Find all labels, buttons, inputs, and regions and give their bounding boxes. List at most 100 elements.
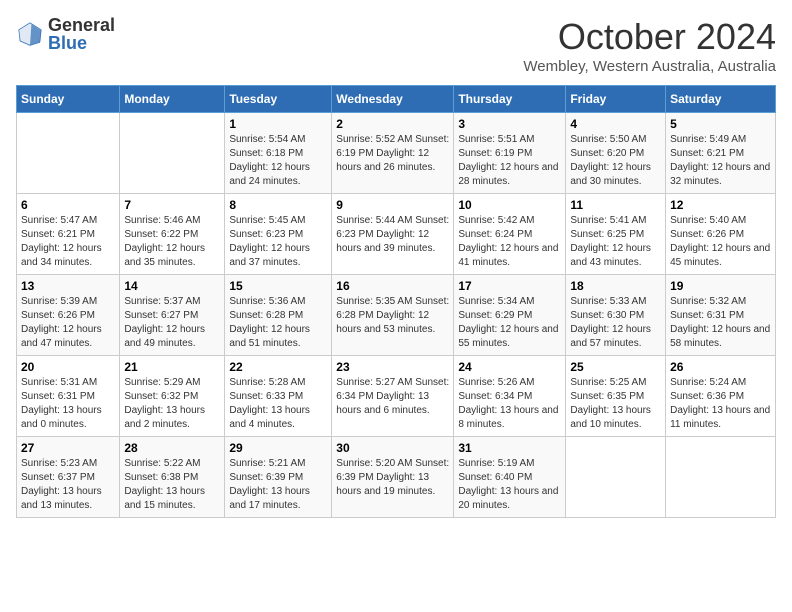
weekday-header-tuesday: Tuesday bbox=[225, 86, 332, 113]
calendar-cell: 13 Sunrise: 5:39 AM Sunset: 6:26 PM Dayli… bbox=[17, 275, 120, 356]
day-number: 1 bbox=[229, 117, 327, 131]
calendar-cell: 4 Sunrise: 5:50 AM Sunset: 6:20 PM Daylig… bbox=[566, 113, 666, 194]
day-number: 16 bbox=[336, 279, 449, 293]
day-detail: Sunrise: 5:51 AM Sunset: 6:19 PM Dayligh… bbox=[458, 133, 561, 189]
calendar-cell: 15Sunrise: 5:36 AM Sunset: 6:28 PM Dayli… bbox=[225, 275, 332, 356]
calendar-cell: 1 Sunrise: 5:54 AM Sunset: 6:18 PM Daylig… bbox=[225, 113, 332, 194]
calendar-week-row: 13 Sunrise: 5:39 AM Sunset: 6:26 PM Dayli… bbox=[17, 275, 776, 356]
calendar-cell bbox=[17, 113, 120, 194]
day-detail: Sunrise: 5:37 AM Sunset: 6:27 PM Dayligh… bbox=[124, 295, 220, 351]
logo-text: General Blue bbox=[48, 16, 115, 52]
day-detail: Sunrise: 5:32 AM Sunset: 6:31 PM Dayligh… bbox=[670, 295, 771, 351]
day-number: 10 bbox=[458, 198, 561, 212]
day-number: 17 bbox=[458, 279, 561, 293]
calendar-cell: 17Sunrise: 5:34 AM Sunset: 6:29 PM Dayli… bbox=[454, 275, 566, 356]
day-number: 30 bbox=[336, 441, 449, 455]
day-detail: Sunrise: 5:36 AM Sunset: 6:28 PM Dayligh… bbox=[229, 295, 327, 351]
logo: General Blue bbox=[16, 16, 115, 52]
weekday-header-sunday: Sunday bbox=[17, 86, 120, 113]
day-number: 13 bbox=[21, 279, 115, 293]
day-number: 28 bbox=[124, 441, 220, 455]
day-detail: Sunrise: 5:25 AM Sunset: 6:35 PM Dayligh… bbox=[570, 376, 661, 432]
calendar-cell bbox=[120, 113, 225, 194]
day-detail: Sunrise: 5:20 AM Sunset: 6:39 PM Dayligh… bbox=[336, 457, 449, 499]
day-detail: Sunrise: 5:33 AM Sunset: 6:30 PM Dayligh… bbox=[570, 295, 661, 351]
calendar-week-row: 27 Sunrise: 5:23 AM Sunset: 6:37 PM Dayli… bbox=[17, 437, 776, 518]
calendar-cell: 25 Sunrise: 5:25 AM Sunset: 6:35 PM Dayli… bbox=[566, 356, 666, 437]
calendar-week-row: 1 Sunrise: 5:54 AM Sunset: 6:18 PM Daylig… bbox=[17, 113, 776, 194]
day-detail: Sunrise: 5:39 AM Sunset: 6:26 PM Dayligh… bbox=[21, 295, 115, 351]
day-number: 24 bbox=[458, 360, 561, 374]
day-number: 9 bbox=[336, 198, 449, 212]
calendar-cell: 16Sunrise: 5:35 AM Sunset: 6:28 PM Dayli… bbox=[332, 275, 454, 356]
calendar-cell: 31Sunrise: 5:19 AM Sunset: 6:40 PM Dayli… bbox=[454, 437, 566, 518]
day-number: 21 bbox=[124, 360, 220, 374]
day-detail: Sunrise: 5:26 AM Sunset: 6:34 PM Dayligh… bbox=[458, 376, 561, 432]
calendar-cell: 14 Sunrise: 5:37 AM Sunset: 6:27 PM Dayli… bbox=[120, 275, 225, 356]
calendar-cell: 2 Sunrise: 5:52 AM Sunset: 6:19 PM Daylig… bbox=[332, 113, 454, 194]
calendar-cell: 28Sunrise: 5:22 AM Sunset: 6:38 PM Dayli… bbox=[120, 437, 225, 518]
calendar-body: 1 Sunrise: 5:54 AM Sunset: 6:18 PM Daylig… bbox=[17, 113, 776, 518]
day-detail: Sunrise: 5:52 AM Sunset: 6:19 PM Dayligh… bbox=[336, 133, 449, 175]
logo-general-text: General bbox=[48, 16, 115, 34]
title-area: October 2024 Wembley, Western Australia,… bbox=[523, 16, 776, 75]
day-number: 18 bbox=[570, 279, 661, 293]
location-title: Wembley, Western Australia, Australia bbox=[523, 58, 776, 75]
calendar-cell bbox=[666, 437, 776, 518]
calendar-cell: 19 Sunrise: 5:32 AM Sunset: 6:31 PM Dayli… bbox=[666, 275, 776, 356]
day-detail: Sunrise: 5:28 AM Sunset: 6:33 PM Dayligh… bbox=[229, 376, 327, 432]
day-number: 19 bbox=[670, 279, 771, 293]
day-detail: Sunrise: 5:41 AM Sunset: 6:25 PM Dayligh… bbox=[570, 214, 661, 270]
calendar-cell: 20 Sunrise: 5:31 AM Sunset: 6:31 PM Dayli… bbox=[17, 356, 120, 437]
day-number: 11 bbox=[570, 198, 661, 212]
day-number: 25 bbox=[570, 360, 661, 374]
day-detail: Sunrise: 5:49 AM Sunset: 6:21 PM Dayligh… bbox=[670, 133, 771, 189]
weekday-header-wednesday: Wednesday bbox=[332, 86, 454, 113]
calendar-cell: 26 Sunrise: 5:24 AM Sunset: 6:36 PM Dayli… bbox=[666, 356, 776, 437]
day-number: 5 bbox=[670, 117, 771, 131]
calendar-cell bbox=[566, 437, 666, 518]
calendar-cell: 11 Sunrise: 5:41 AM Sunset: 6:25 PM Dayli… bbox=[566, 194, 666, 275]
day-detail: Sunrise: 5:44 AM Sunset: 6:23 PM Dayligh… bbox=[336, 214, 449, 256]
day-detail: Sunrise: 5:31 AM Sunset: 6:31 PM Dayligh… bbox=[21, 376, 115, 432]
day-number: 2 bbox=[336, 117, 449, 131]
calendar-cell: 12Sunrise: 5:40 AM Sunset: 6:26 PM Dayli… bbox=[666, 194, 776, 275]
day-number: 6 bbox=[21, 198, 115, 212]
day-detail: Sunrise: 5:23 AM Sunset: 6:37 PM Dayligh… bbox=[21, 457, 115, 513]
weekday-header-row: SundayMondayTuesdayWednesdayThursdayFrid… bbox=[17, 86, 776, 113]
calendar-cell: 9 Sunrise: 5:44 AM Sunset: 6:23 PM Daylig… bbox=[332, 194, 454, 275]
weekday-header-friday: Friday bbox=[566, 86, 666, 113]
day-number: 26 bbox=[670, 360, 771, 374]
day-detail: Sunrise: 5:45 AM Sunset: 6:23 PM Dayligh… bbox=[229, 214, 327, 270]
calendar-week-row: 6Sunrise: 5:47 AM Sunset: 6:21 PM Daylig… bbox=[17, 194, 776, 275]
day-detail: Sunrise: 5:42 AM Sunset: 6:24 PM Dayligh… bbox=[458, 214, 561, 270]
day-number: 4 bbox=[570, 117, 661, 131]
calendar-week-row: 20 Sunrise: 5:31 AM Sunset: 6:31 PM Dayli… bbox=[17, 356, 776, 437]
day-number: 27 bbox=[21, 441, 115, 455]
weekday-header-saturday: Saturday bbox=[666, 86, 776, 113]
day-detail: Sunrise: 5:50 AM Sunset: 6:20 PM Dayligh… bbox=[570, 133, 661, 189]
day-detail: Sunrise: 5:21 AM Sunset: 6:39 PM Dayligh… bbox=[229, 457, 327, 513]
day-detail: Sunrise: 5:29 AM Sunset: 6:32 PM Dayligh… bbox=[124, 376, 220, 432]
calendar-cell: 22 Sunrise: 5:28 AM Sunset: 6:33 PM Dayli… bbox=[225, 356, 332, 437]
day-detail: Sunrise: 5:19 AM Sunset: 6:40 PM Dayligh… bbox=[458, 457, 561, 513]
calendar-cell: 5 Sunrise: 5:49 AM Sunset: 6:21 PM Daylig… bbox=[666, 113, 776, 194]
day-number: 7 bbox=[124, 198, 220, 212]
calendar-cell: 23Sunrise: 5:27 AM Sunset: 6:34 PM Dayli… bbox=[332, 356, 454, 437]
day-detail: Sunrise: 5:46 AM Sunset: 6:22 PM Dayligh… bbox=[124, 214, 220, 270]
day-number: 14 bbox=[124, 279, 220, 293]
logo-blue-text: Blue bbox=[48, 34, 115, 52]
day-detail: Sunrise: 5:54 AM Sunset: 6:18 PM Dayligh… bbox=[229, 133, 327, 189]
day-number: 22 bbox=[229, 360, 327, 374]
day-number: 23 bbox=[336, 360, 449, 374]
day-number: 20 bbox=[21, 360, 115, 374]
day-detail: Sunrise: 5:24 AM Sunset: 6:36 PM Dayligh… bbox=[670, 376, 771, 432]
calendar-cell: 18 Sunrise: 5:33 AM Sunset: 6:30 PM Dayli… bbox=[566, 275, 666, 356]
logo-icon bbox=[16, 20, 44, 48]
calendar-cell: 30 Sunrise: 5:20 AM Sunset: 6:39 PM Dayli… bbox=[332, 437, 454, 518]
day-number: 3 bbox=[458, 117, 561, 131]
month-title: October 2024 bbox=[523, 16, 776, 58]
calendar-cell: 10 Sunrise: 5:42 AM Sunset: 6:24 PM Dayli… bbox=[454, 194, 566, 275]
calendar-table: SundayMondayTuesdayWednesdayThursdayFrid… bbox=[16, 85, 776, 518]
day-number: 29 bbox=[229, 441, 327, 455]
